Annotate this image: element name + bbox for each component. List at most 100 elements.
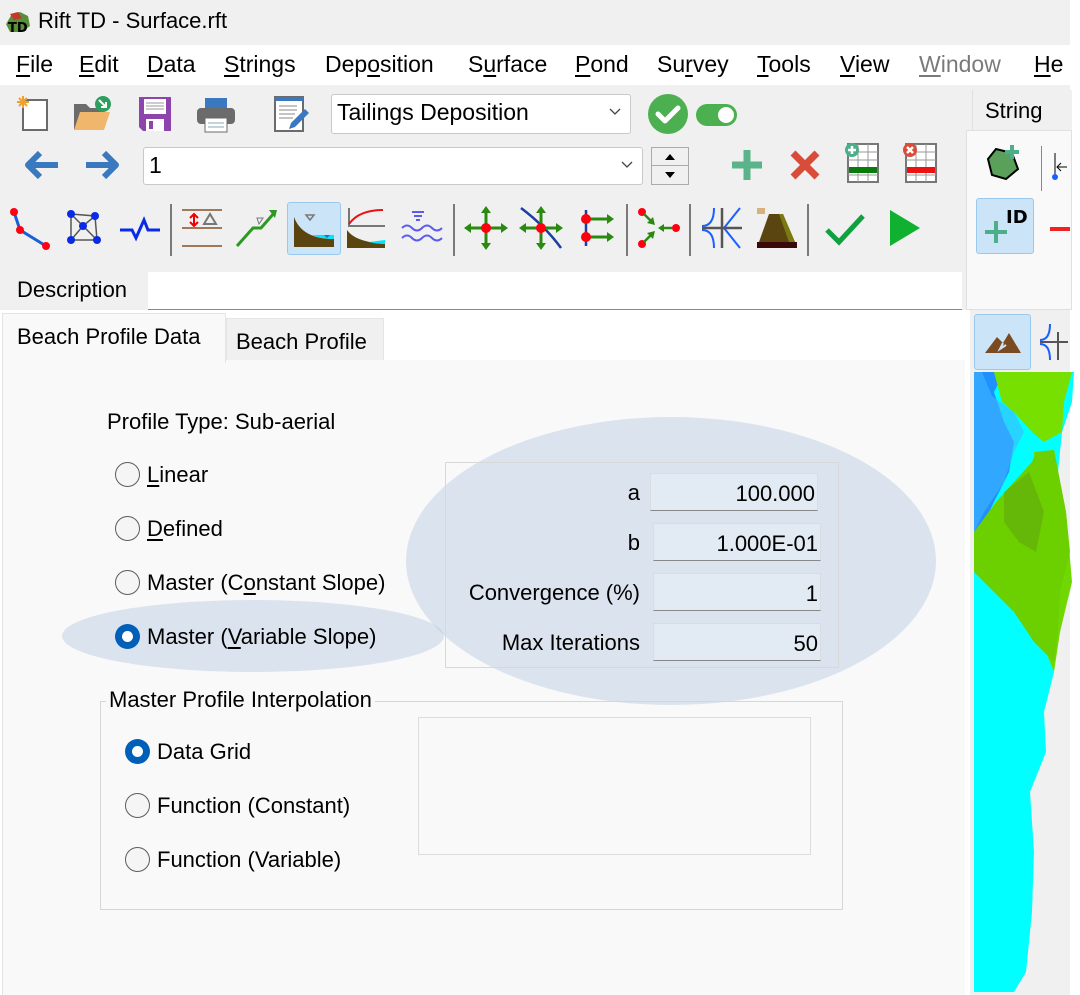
param-max-iterations-input[interactable]: 50 [653, 623, 821, 661]
embankment-icon[interactable] [755, 206, 799, 250]
chevron-down-icon [609, 108, 621, 115]
menu-data[interactable]: Data [147, 51, 196, 78]
param-a-input[interactable]: 100.000 [650, 473, 818, 511]
spin-up-button[interactable] [652, 148, 688, 166]
interpolation-preview-box [418, 717, 811, 855]
radio-function-variable-label[interactable]: Function (Variable) [157, 847, 341, 873]
chevron-down-icon [621, 161, 633, 168]
intersect-icon[interactable] [1036, 320, 1070, 364]
param-b-label: b [627, 530, 640, 555]
radio-data-grid[interactable] [125, 739, 150, 764]
toolbar-separator [453, 204, 455, 256]
polygon-add-icon[interactable] [982, 141, 1026, 185]
toolbar-separator [807, 204, 809, 256]
delete-row-grid-icon[interactable] [898, 141, 942, 185]
svg-text:TD: TD [8, 21, 28, 36]
move-points-icon[interactable] [464, 206, 508, 250]
menu-pond[interactable]: Pond [575, 51, 629, 78]
mode-select[interactable]: Tailings Deposition [331, 94, 631, 134]
radio-linear-label[interactable]: Linear [147, 462, 208, 488]
radio-function-constant[interactable] [125, 793, 150, 818]
move-along-line-icon[interactable] [519, 206, 563, 250]
string-tool-panel: ID [966, 130, 1072, 310]
run-play-icon[interactable] [882, 206, 926, 250]
save-icon[interactable] [133, 92, 177, 136]
radio-function-variable[interactable] [125, 847, 150, 872]
menu-help[interactable]: He [1034, 51, 1063, 78]
radio-data-grid-label[interactable]: Data Grid [157, 739, 251, 765]
terrain-icon[interactable] [974, 314, 1031, 370]
triangle-up-icon [665, 153, 675, 160]
tab-beach-profile-data[interactable]: Beach Profile Data [2, 313, 226, 363]
radio-master-variable-slope-label[interactable]: Master (Variable Slope) [147, 624, 376, 650]
mesh-icon[interactable] [63, 206, 107, 250]
layer-offset-icon[interactable] [180, 206, 224, 250]
radio-master-variable-slope[interactable] [115, 624, 140, 649]
remove-icon[interactable] [1043, 198, 1073, 242]
slope-line-icon[interactable] [235, 206, 279, 250]
profile-type-label: Profile Type: Sub-aerial [107, 409, 336, 434]
interpolation-group-title: Master Profile Interpolation [106, 687, 375, 713]
menu-survey[interactable]: Survey [657, 51, 729, 78]
index-spinner[interactable] [651, 147, 689, 185]
string-tab[interactable]: String [972, 90, 1072, 130]
new-file-icon[interactable] [12, 92, 56, 136]
description-label: Description [17, 277, 128, 302]
app-logo-icon: TD [6, 12, 30, 36]
offset-points-icon[interactable] [574, 206, 618, 250]
radio-function-constant-label[interactable]: Function (Constant) [157, 793, 350, 819]
toolbar-separator [689, 204, 691, 256]
add-icon[interactable] [725, 143, 769, 187]
check-circle-icon [646, 92, 690, 136]
validate-check-icon[interactable] [823, 206, 867, 250]
add-id-button[interactable]: ID [976, 198, 1034, 254]
add-id-icon: ID [985, 207, 1028, 243]
triangle-down-icon [665, 172, 675, 178]
menu-window: Window [919, 51, 1001, 77]
string-tool-icon[interactable] [1045, 141, 1073, 185]
menu-surface[interactable]: Surface [468, 51, 547, 78]
menu-file[interactable]: File [16, 51, 53, 78]
index-select[interactable]: 1 [143, 147, 643, 185]
index-select-value: 1 [149, 152, 162, 178]
radio-linear[interactable] [115, 462, 140, 487]
water-level-icon[interactable] [400, 206, 444, 250]
delete-icon[interactable] [783, 143, 827, 187]
mode-select-value: Tailings Deposition [337, 99, 529, 125]
param-b-input[interactable]: 1.000E-01 [653, 523, 821, 561]
edit-notes-icon[interactable] [268, 92, 312, 136]
arrow-right-icon[interactable] [80, 143, 124, 187]
window-title: Rift TD - Surface.rft [38, 8, 228, 33]
radio-master-constant-slope-label[interactable]: Master (Constant Slope) [147, 570, 385, 596]
radio-defined[interactable] [115, 516, 140, 541]
radio-master-constant-slope[interactable] [115, 570, 140, 595]
menu-deposition[interactable]: Deposition [325, 51, 434, 78]
polyline-icon[interactable] [8, 206, 52, 250]
menu-edit[interactable]: Edit [79, 51, 119, 78]
panel-separator [1041, 146, 1042, 191]
svg-text:ID: ID [1006, 207, 1028, 228]
print-icon[interactable] [194, 92, 238, 136]
menu-view[interactable]: View [840, 51, 889, 78]
open-folder-icon[interactable] [70, 92, 114, 136]
terrain-map [974, 372, 1074, 992]
toolbar-separator [170, 204, 172, 256]
arrow-left-icon[interactable] [20, 143, 64, 187]
menu-tools[interactable]: Tools [757, 51, 811, 78]
toolbar-separator [626, 204, 628, 256]
merge-points-icon[interactable] [636, 206, 680, 250]
beach-curve-icon[interactable] [345, 206, 389, 250]
toggle-knob [718, 107, 734, 123]
intersect-lines-icon[interactable] [700, 206, 744, 250]
param-max-iterations-label: Max Iterations [501, 630, 640, 655]
add-row-grid-icon[interactable] [840, 141, 884, 185]
beach-profile-icon[interactable] [287, 202, 341, 255]
description-input[interactable] [148, 272, 962, 310]
toggle-switch[interactable] [696, 104, 737, 126]
menu-strings[interactable]: Strings [224, 51, 296, 78]
tab-beach-profile[interactable]: Beach Profile [226, 318, 384, 362]
radio-defined-label[interactable]: Defined [147, 516, 223, 542]
param-convergence-input[interactable]: 1 [653, 573, 821, 611]
profile-line-icon[interactable] [118, 206, 162, 250]
spin-down-button[interactable] [652, 166, 688, 184]
